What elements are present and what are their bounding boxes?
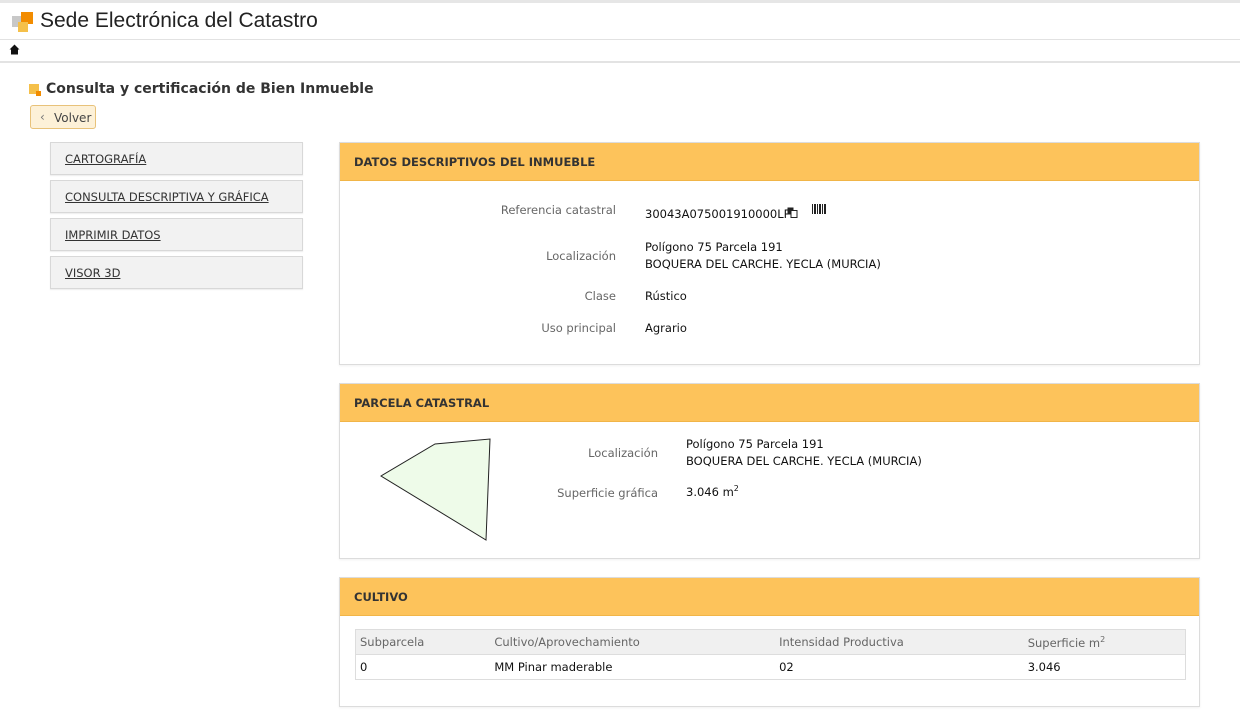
uso-label: Uso principal	[541, 321, 616, 335]
panel-title: PARCELA CATASTRAL	[354, 396, 490, 410]
app-title: Sede Electrónica del Catastro	[40, 9, 318, 32]
catastro-logo-icon	[12, 12, 34, 34]
cell-intensidad: 02	[775, 654, 1024, 680]
loc-line2: BOQUERA DEL CARCHE. YECLA (MURCIA)	[645, 257, 881, 271]
side-menu-imprimir[interactable]: IMPRIMIR DATOS	[50, 218, 303, 251]
panel-title: DATOS DESCRIPTIVOS DEL INMUEBLE	[354, 155, 596, 169]
panel-header: PARCELA CATASTRAL	[340, 384, 1199, 422]
copy-icon[interactable]	[787, 207, 798, 218]
side-menu-visor-3d[interactable]: VISOR 3D	[50, 256, 303, 289]
side-menu-label[interactable]: CARTOGRAFÍA	[65, 152, 146, 166]
parcela-catastral-panel: PARCELA CATASTRAL Localización Polígono …	[339, 383, 1200, 559]
cultivo-panel: CULTIVO Subparcela Cultivo/Aprovechamien…	[339, 577, 1200, 707]
back-button[interactable]: ‹ Volver	[30, 105, 96, 129]
superficie-label: Superficie gráfica	[557, 486, 658, 500]
cell-subparcela: 0	[355, 654, 491, 680]
table-header-row: Subparcela Cultivo/Aprovechamiento Inten…	[355, 629, 1186, 655]
side-menu-label[interactable]: VISOR 3D	[65, 266, 120, 280]
cultivo-table: Subparcela Cultivo/Aprovechamiento Inten…	[355, 629, 1186, 680]
table-row: 0 MM Pinar maderable 02 3.046	[355, 654, 1186, 680]
page-title: Consulta y certificación de Bien Inmuebl…	[46, 81, 374, 97]
back-button-label: Volver	[54, 111, 92, 125]
panel-header: CULTIVO	[340, 578, 1199, 616]
loc-line1: Polígono 75 Parcela 191	[645, 240, 783, 254]
parcela-loc-line1: Polígono 75 Parcela 191	[686, 437, 824, 451]
datos-descriptivos-panel: DATOS DESCRIPTIVOS DEL INMUEBLE Referenc…	[339, 142, 1200, 365]
col-cultivo: Cultivo/Aprovechamiento	[490, 629, 776, 655]
cell-superficie: 3.046	[1023, 654, 1186, 680]
home-icon[interactable]	[9, 44, 20, 55]
side-menu-cartografia[interactable]: CARTOGRAFÍA	[50, 142, 303, 175]
clase-label: Clase	[584, 289, 616, 303]
title-square-icon	[29, 84, 41, 96]
parcela-loc-label: Localización	[588, 446, 658, 460]
ref-value: 30043A075001910000LP	[645, 207, 791, 221]
cell-cultivo: MM Pinar maderable	[490, 654, 776, 680]
side-menu: CARTOGRAFÍA CONSULTA DESCRIPTIVA Y GRÁFI…	[50, 142, 303, 294]
panel-header: DATOS DESCRIPTIVOS DEL INMUEBLE	[340, 143, 1199, 181]
barcode-icon[interactable]	[812, 203, 826, 216]
clase-value: Rústico	[645, 289, 687, 303]
uso-value: Agrario	[645, 321, 687, 335]
side-menu-consulta[interactable]: CONSULTA DESCRIPTIVA Y GRÁFICA	[50, 180, 303, 213]
col-intensidad: Intensidad Productiva	[775, 629, 1024, 655]
app-header: Sede Electrónica del Catastro	[0, 3, 1240, 40]
side-menu-label[interactable]: CONSULTA DESCRIPTIVA Y GRÁFICA	[65, 190, 269, 204]
panel-title: CULTIVO	[354, 590, 408, 604]
col-superficie: Superficie m2	[1023, 629, 1186, 655]
side-menu-label[interactable]: IMPRIMIR DATOS	[65, 228, 161, 242]
breadcrumb-bar	[0, 40, 1240, 63]
col-subparcela: Subparcela	[355, 629, 491, 655]
parcela-loc-line2: BOQUERA DEL CARCHE. YECLA (MURCIA)	[686, 454, 922, 468]
chevron-left-icon: ‹	[40, 110, 45, 124]
superficie-value: 3.046 m2	[686, 484, 739, 499]
loc-label: Localización	[546, 249, 616, 263]
ref-label: Referencia catastral	[500, 203, 616, 217]
parcel-shape[interactable]	[378, 436, 494, 542]
